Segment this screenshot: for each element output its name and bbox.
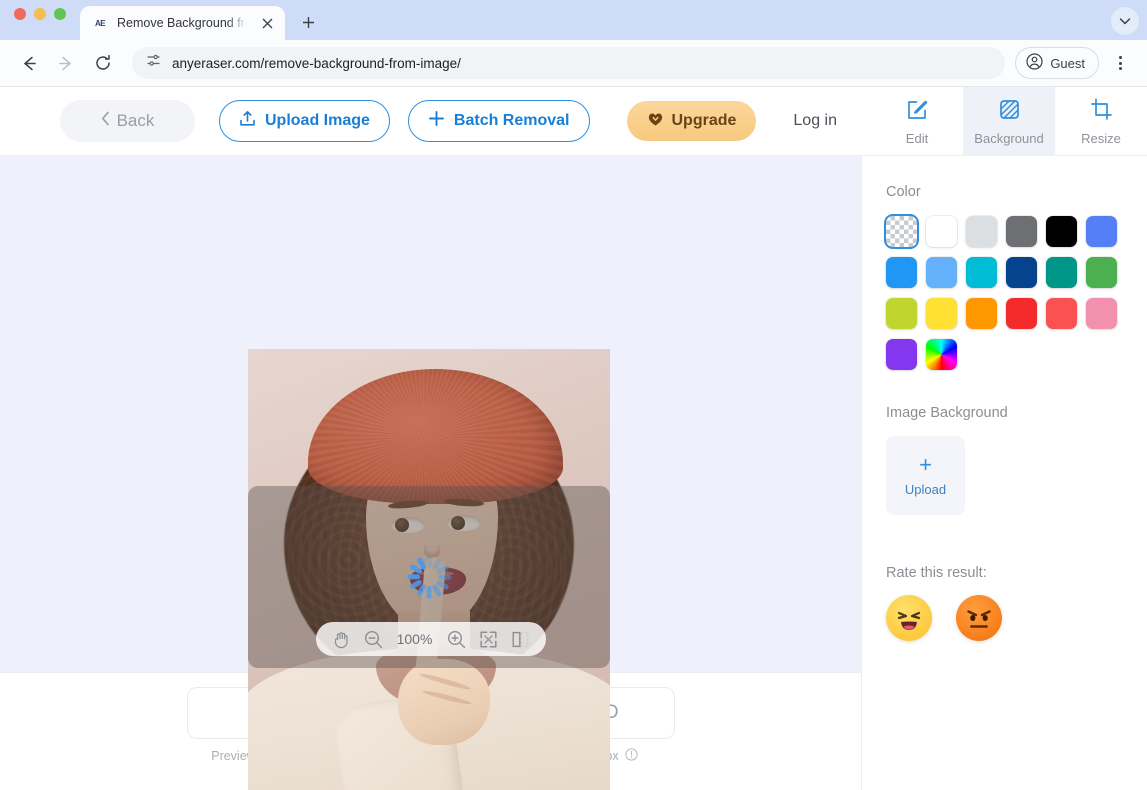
profile-label: Guest (1050, 55, 1085, 71)
mode-tabs: Edit Background Resize (871, 87, 1147, 156)
crop-icon (1090, 98, 1113, 126)
zoom-toolbar: 100% (315, 622, 546, 656)
color-section-title: Color (886, 184, 921, 200)
swatch-black[interactable] (1046, 216, 1077, 247)
tab-title: Remove Background from Ima (117, 16, 248, 30)
upload-image-button[interactable]: Upload Image (219, 100, 390, 142)
swatch-navy[interactable] (1006, 257, 1037, 288)
upload-background-button[interactable]: + Upload (886, 436, 965, 515)
upgrade-button[interactable]: Upgrade (626, 101, 757, 141)
hand-icon[interactable] (332, 630, 351, 649)
batch-removal-button[interactable]: Batch Removal (407, 100, 590, 142)
zoom-out-icon[interactable] (364, 630, 383, 649)
browser-tab[interactable]: AE Remove Background from Ima (80, 6, 285, 40)
window-controls (14, 0, 66, 40)
tab-background-label: Background (974, 130, 1044, 146)
tab-search-button[interactable] (1111, 7, 1139, 35)
laughing-emoji[interactable] (886, 595, 932, 641)
swatch-royal-blue[interactable] (1086, 216, 1117, 247)
tab-resize[interactable]: Resize (1055, 87, 1147, 156)
loading-spinner-icon (404, 552, 454, 602)
tab-edit-label: Edit (905, 130, 929, 146)
edit-pencil-icon (906, 98, 929, 126)
plus-icon (428, 110, 445, 132)
profile-guest-button[interactable]: Guest (1015, 47, 1099, 79)
swatch-blue[interactable] (886, 257, 917, 288)
angry-emoji[interactable] (956, 595, 1002, 641)
swatch-purple[interactable] (886, 339, 917, 370)
close-window-button[interactable] (14, 8, 26, 20)
browser-menu-icon[interactable] (1105, 48, 1135, 78)
batch-removal-label: Batch Removal (453, 112, 570, 129)
maximize-window-button[interactable] (54, 8, 66, 20)
swatch-red[interactable] (1006, 298, 1037, 329)
login-link[interactable]: Log in (783, 112, 847, 130)
swatch-lime[interactable] (886, 298, 917, 329)
swatch-coral[interactable] (1046, 298, 1077, 329)
swatch-yellow[interactable] (926, 298, 957, 329)
upload-icon (239, 110, 256, 132)
tab-resize-label: Resize (1081, 130, 1121, 146)
swatch-teal[interactable] (1046, 257, 1077, 288)
upload-background-label: Upload (904, 482, 947, 497)
account-circle-icon (1026, 53, 1043, 73)
reload-icon[interactable] (86, 46, 120, 80)
compare-split-icon[interactable] (511, 630, 530, 649)
swatch-orange[interactable] (966, 298, 997, 329)
swatch-cyan[interactable] (966, 257, 997, 288)
close-tab-icon[interactable] (257, 13, 277, 33)
rate-options (886, 595, 1147, 641)
swatch-dark-gray[interactable] (1006, 216, 1037, 247)
swatch-pink[interactable] (1086, 298, 1117, 329)
swatch-light-blue[interactable] (926, 257, 957, 288)
canvas-viewport[interactable]: 100% (0, 156, 861, 790)
back-button[interactable]: Back (60, 100, 195, 142)
work-area: 100% Download (0, 156, 1147, 790)
background-sidebar: Color Image Background + Upload Rate thi… (861, 156, 1147, 790)
browser-toolbar: anyeraser.com/remove-background-from-ima… (0, 40, 1147, 87)
swatch-light-gray[interactable] (966, 216, 997, 247)
rate-result-title: Rate this result: (886, 565, 987, 581)
site-settings-icon[interactable] (146, 53, 161, 73)
zoom-in-icon[interactable] (447, 630, 466, 649)
url-text: anyeraser.com/remove-background-from-ima… (172, 55, 461, 71)
info-icon-hd[interactable] (624, 748, 638, 764)
swatch-transparent[interactable] (886, 216, 917, 247)
app-root: Back Upload Image Batch Removal Upgrade (0, 87, 1147, 790)
app-toolbar: Back Upload Image Batch Removal Upgrade (0, 87, 1147, 156)
browser-window: AE Remove Background from Ima (0, 0, 1147, 790)
minimize-window-button[interactable] (34, 8, 46, 20)
site-favicon-icon: AE (94, 18, 106, 28)
back-button-label: Back (116, 111, 155, 130)
color-swatch-grid (886, 216, 1132, 370)
photo-hand (398, 659, 490, 745)
upgrade-label: Upgrade (671, 112, 737, 129)
tab-background[interactable]: Background (963, 87, 1055, 156)
heart-crown-icon (647, 111, 664, 132)
image-background-title: Image Background (886, 405, 1008, 421)
tab-strip: AE Remove Background from Ima (0, 0, 1147, 40)
plus-icon-upload: + (919, 452, 932, 477)
chevron-left-icon (101, 111, 110, 131)
back-nav-icon[interactable] (12, 46, 46, 80)
canvas-panel: 100% Download (0, 156, 861, 790)
swatch-custom-picker[interactable] (926, 339, 957, 370)
new-tab-button[interactable] (295, 9, 321, 35)
address-bar[interactable]: anyeraser.com/remove-background-from-ima… (132, 47, 1006, 79)
swatch-green[interactable] (1086, 257, 1117, 288)
swatch-white[interactable] (926, 216, 957, 247)
forward-nav-icon[interactable] (48, 46, 82, 80)
zoom-level-label: 100% (396, 631, 433, 647)
fit-screen-icon[interactable] (479, 630, 498, 649)
upload-image-label: Upload Image (265, 112, 370, 129)
tab-edit[interactable]: Edit (871, 87, 963, 156)
background-hatch-icon (998, 98, 1021, 126)
